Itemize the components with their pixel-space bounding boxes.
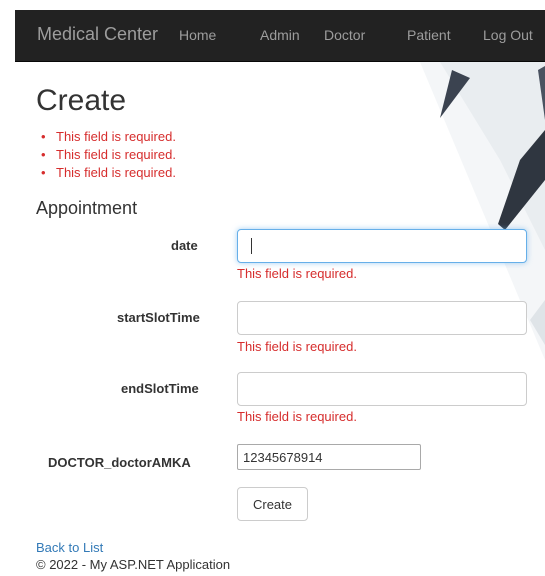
validation-summary-item: This field is required. bbox=[41, 146, 176, 164]
end-slot-time-input[interactable] bbox=[237, 372, 527, 406]
date-label: date bbox=[171, 238, 198, 253]
nav-patient[interactable]: Patient bbox=[407, 27, 451, 43]
start-slot-time-input[interactable] bbox=[237, 301, 527, 335]
nav-logout[interactable]: Log Out bbox=[483, 27, 533, 43]
nav-home[interactable]: Home bbox=[179, 27, 216, 43]
start-slot-time-error: This field is required. bbox=[237, 339, 357, 354]
doctor-amka-input[interactable] bbox=[237, 444, 421, 470]
date-error: This field is required. bbox=[237, 266, 357, 281]
end-slot-time-error: This field is required. bbox=[237, 409, 357, 424]
date-input[interactable] bbox=[237, 229, 527, 263]
navbar: Medical Center Home Admin Doctor Patient… bbox=[15, 10, 545, 62]
form-legend: Appointment bbox=[36, 198, 138, 218]
brand-link[interactable]: Medical Center bbox=[37, 24, 158, 45]
end-slot-time-label: endSlotTime bbox=[121, 381, 199, 396]
validation-summary-item: This field is required. bbox=[41, 128, 176, 146]
footer-text: © 2022 - My ASP.NET Application bbox=[36, 557, 231, 572]
doctor-amka-label: DOCTOR_doctorAMKA bbox=[48, 455, 191, 470]
start-slot-time-label: startSlotTime bbox=[117, 310, 200, 325]
back-to-list-link[interactable]: Back to List bbox=[36, 540, 103, 555]
nav-admin[interactable]: Admin bbox=[260, 27, 300, 43]
create-button[interactable]: Create bbox=[237, 487, 308, 521]
page-title: Create bbox=[36, 84, 127, 117]
nav-doctor[interactable]: Doctor bbox=[324, 27, 365, 43]
validation-summary: This field is required. This field is re… bbox=[41, 128, 176, 182]
validation-summary-item: This field is required. bbox=[41, 164, 176, 182]
text-caret bbox=[251, 238, 252, 254]
